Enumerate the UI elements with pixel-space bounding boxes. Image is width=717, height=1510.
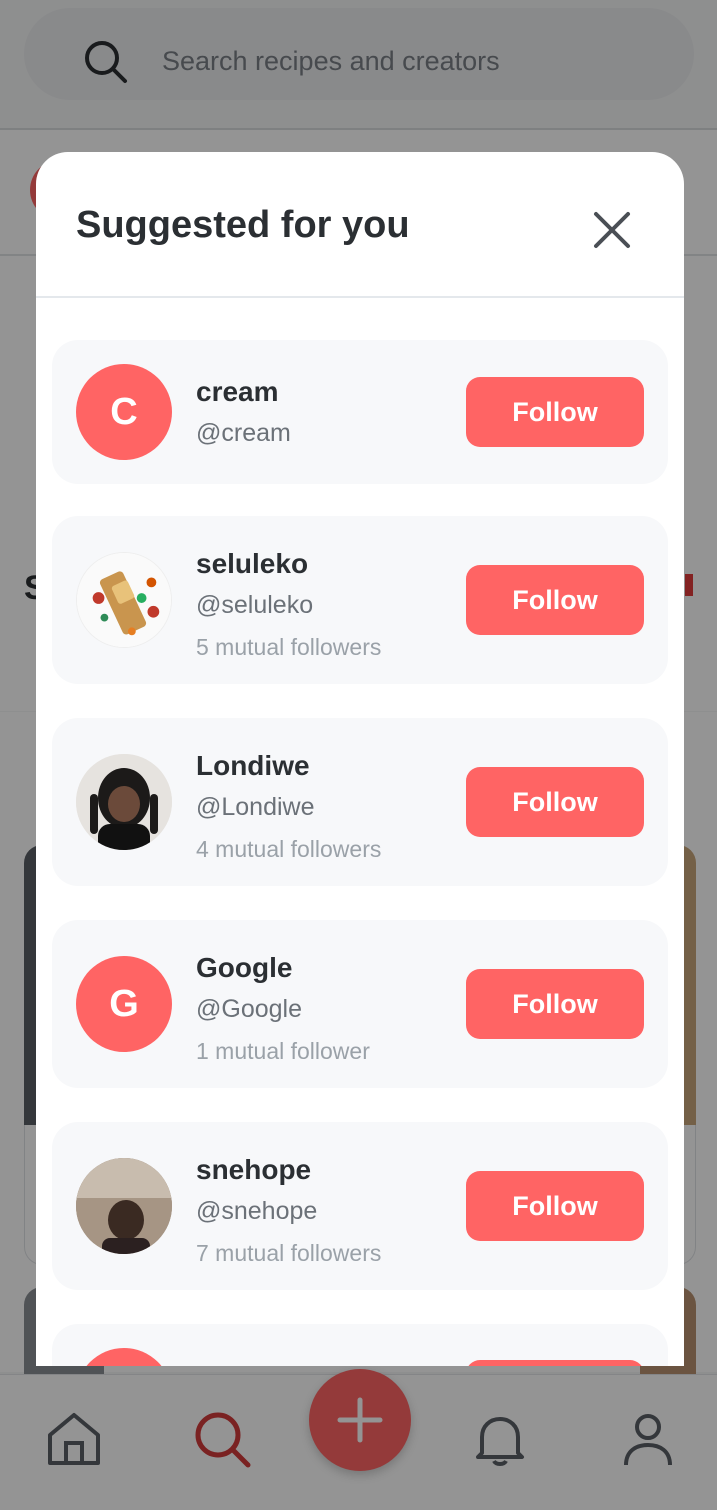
- list-item[interactable]: C cream @cream Follow: [52, 340, 668, 484]
- modal-title: Suggested for you: [76, 204, 410, 246]
- user-name[interactable]: cream: [196, 376, 279, 408]
- suggested-modal: Suggested for you C cream @cream Follow: [36, 152, 684, 1366]
- follow-button[interactable]: Follow: [466, 377, 644, 447]
- avatar[interactable]: C: [76, 364, 172, 460]
- follow-button[interactable]: Follow: [466, 767, 644, 837]
- person-photo-icon: [76, 754, 172, 850]
- follow-button[interactable]: [466, 1360, 644, 1366]
- list-item[interactable]: G Google @Google 1 mutual follower Follo…: [52, 920, 668, 1088]
- modal-header: Suggested for you: [36, 152, 684, 298]
- mutual-followers: 5 mutual followers: [196, 634, 382, 660]
- food-photo-icon: [77, 553, 171, 647]
- close-button[interactable]: [584, 202, 640, 258]
- follow-button[interactable]: Follow: [466, 1171, 644, 1241]
- avatar-initial: G: [109, 982, 139, 1025]
- avatar[interactable]: G: [76, 956, 172, 1052]
- mutual-followers: 1 mutual follower: [196, 1038, 370, 1064]
- avatar-initial: C: [110, 390, 138, 433]
- avatar[interactable]: [76, 552, 172, 648]
- user-name[interactable]: seluleko: [196, 548, 308, 580]
- user-name[interactable]: Londiwe: [196, 750, 310, 782]
- avatar[interactable]: [76, 1158, 172, 1254]
- mutual-followers: 7 mutual followers: [196, 1240, 382, 1266]
- user-handle: @cream: [196, 419, 291, 447]
- person-photo-icon: [76, 1158, 172, 1254]
- mutual-followers: 4 mutual followers: [196, 836, 382, 862]
- user-handle: @seluleko: [196, 591, 314, 619]
- list-item[interactable]: seluleko @seluleko 5 mutual followers Fo…: [52, 516, 668, 684]
- user-handle: @snehope: [196, 1197, 318, 1225]
- user-name[interactable]: snehope: [196, 1154, 311, 1186]
- close-icon: [594, 212, 630, 248]
- list-item[interactable]: Londiwe @Londiwe 4 mutual followers Foll…: [52, 718, 668, 886]
- suggested-list[interactable]: C cream @cream Follow seluleko @seluleko…: [36, 300, 684, 1366]
- avatar[interactable]: [76, 754, 172, 850]
- follow-button[interactable]: Follow: [466, 969, 644, 1039]
- user-handle: @Google: [196, 995, 302, 1023]
- list-item[interactable]: snehope @snehope 7 mutual followers Foll…: [52, 1122, 668, 1290]
- user-name[interactable]: Google: [196, 952, 292, 984]
- user-handle: @Londiwe: [196, 793, 315, 821]
- follow-button[interactable]: Follow: [466, 565, 644, 635]
